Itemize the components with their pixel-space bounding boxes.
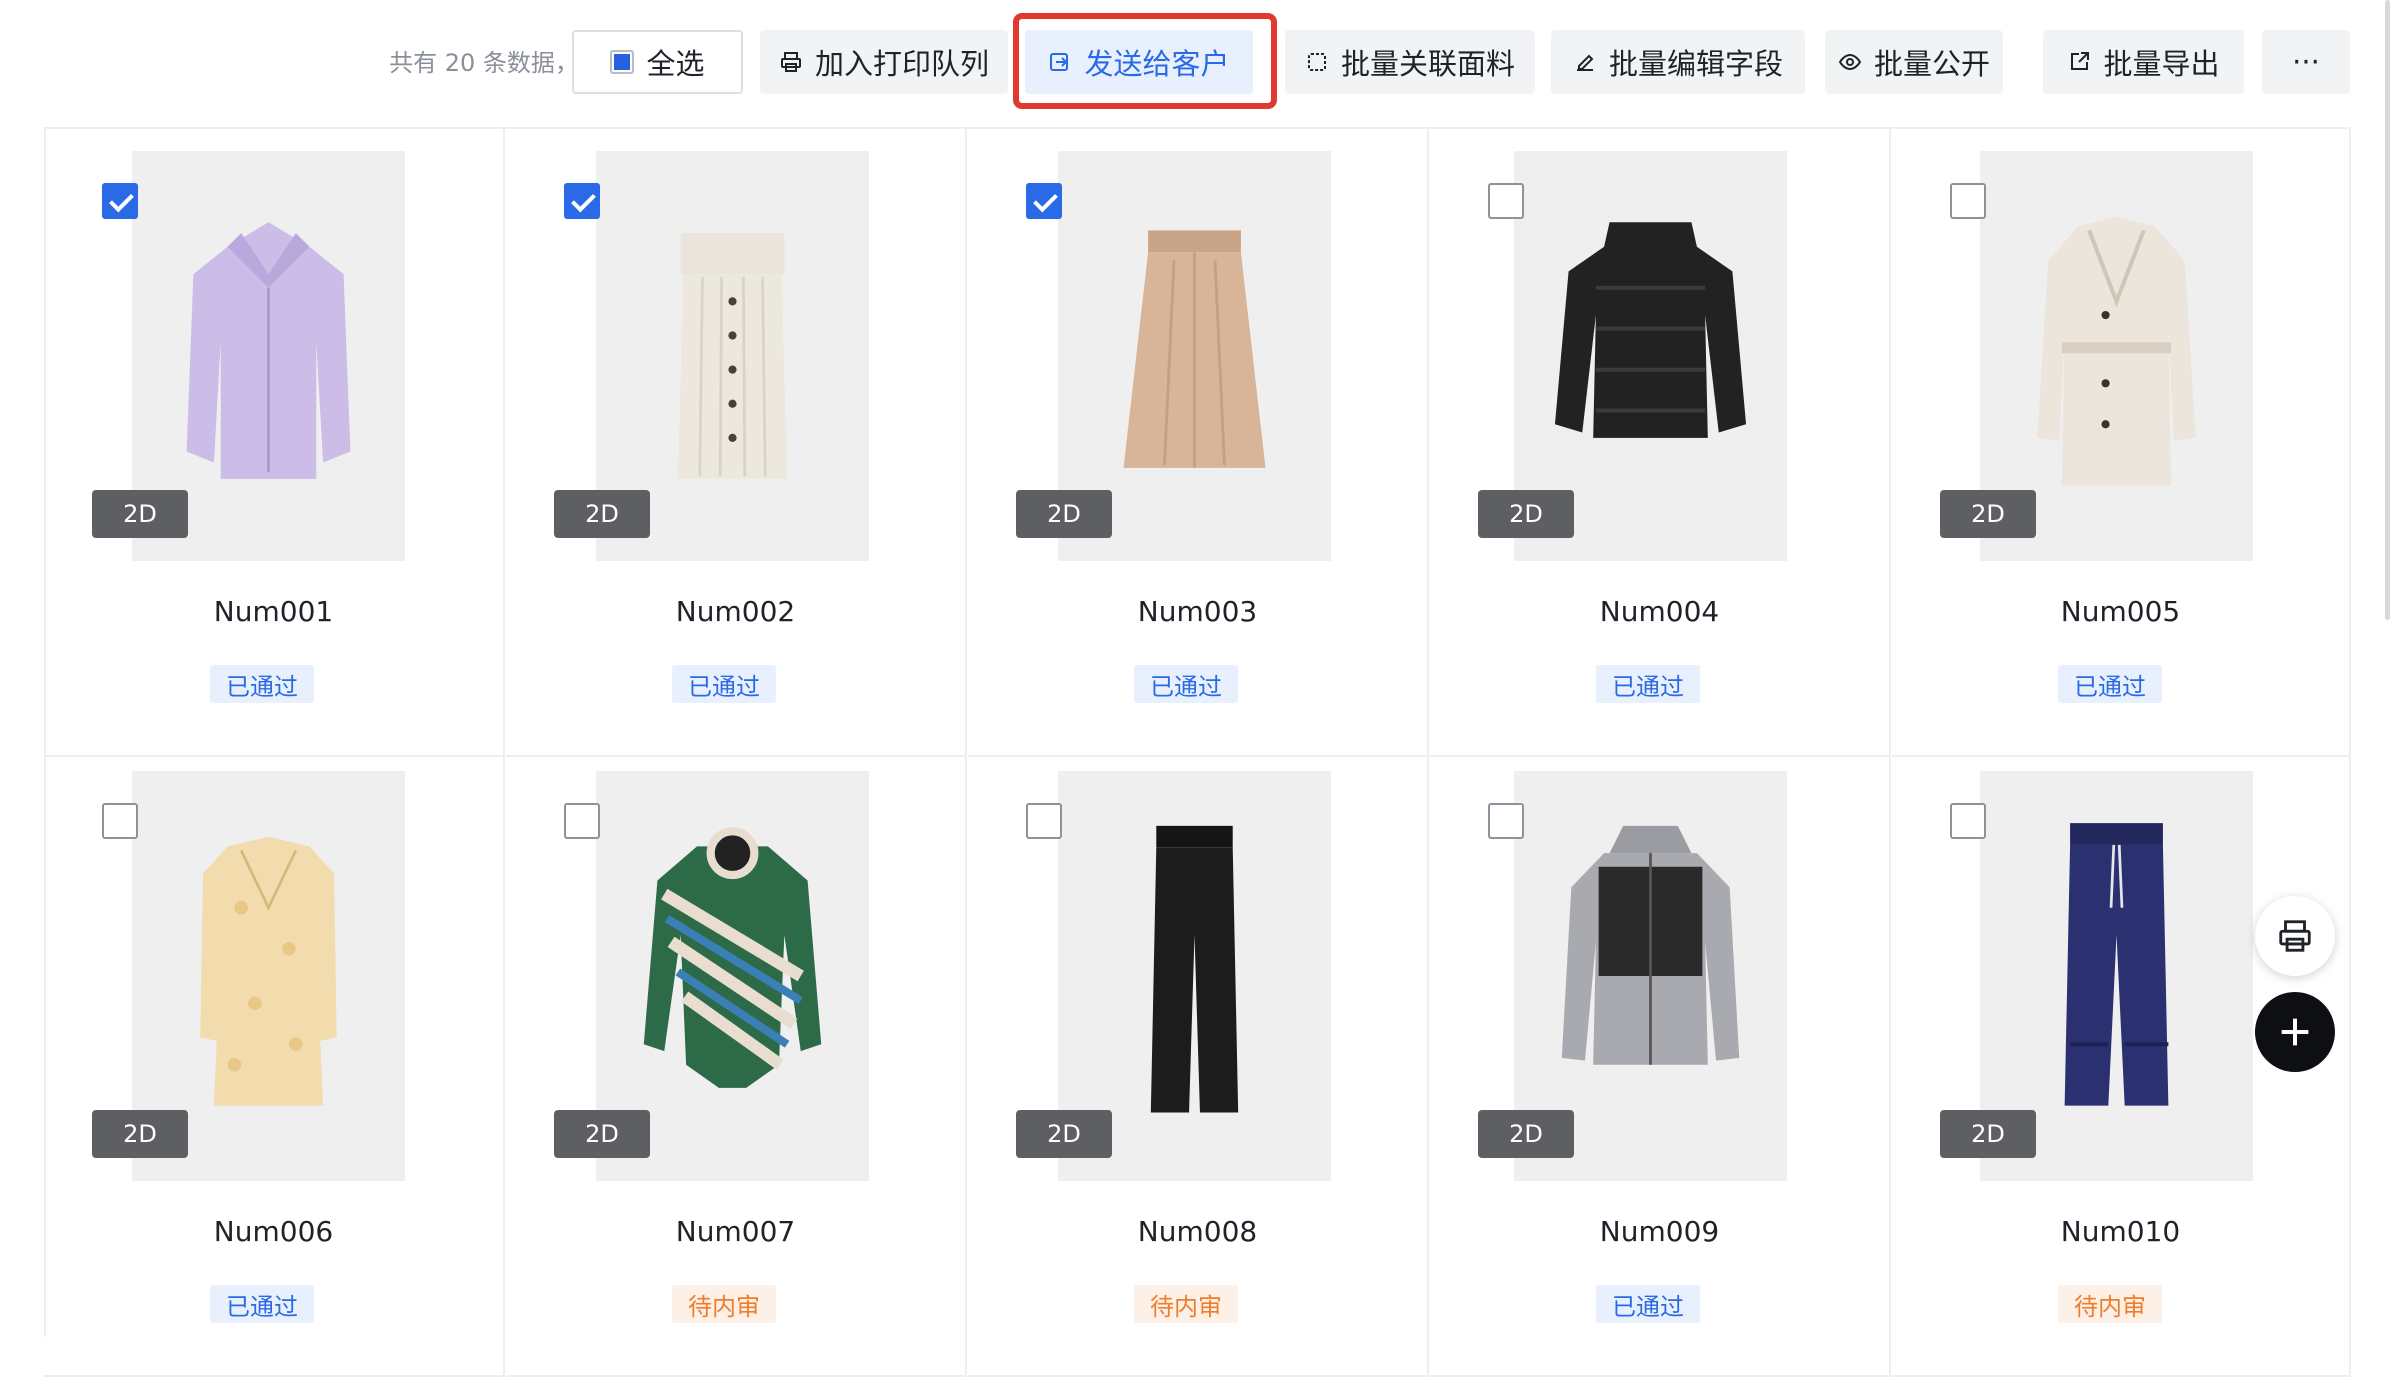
- status-badge: 已通过: [1134, 665, 1238, 703]
- batch-export-button[interactable]: 批量导出: [2043, 30, 2244, 94]
- printer-icon: [779, 50, 803, 74]
- product-card[interactable]: 2D Num007 待内审: [506, 747, 967, 1377]
- edit-icon: [1573, 50, 1597, 74]
- add-fab-button[interactable]: [2255, 992, 2335, 1072]
- status-badge: 已通过: [2058, 665, 2162, 703]
- badge-2d: 2D: [1478, 490, 1574, 538]
- badge-2d: 2D: [1940, 1110, 2036, 1158]
- item-checkbox[interactable]: [1488, 183, 1524, 219]
- batch-link-fabric-label: 批量关联面料: [1340, 47, 1515, 81]
- status-badge: 已通过: [210, 1285, 314, 1323]
- product-grid: 2D Num001 已通过 2D Num002 已通过 2D Num003 已通过 2D Num00…: [44, 127, 2351, 1377]
- status-badge: 待内审: [2058, 1285, 2162, 1323]
- more-icon: ···: [2292, 45, 2320, 79]
- product-card[interactable]: 2D Num005 已通过: [1892, 127, 2351, 757]
- item-checkbox[interactable]: [1026, 183, 1062, 219]
- send-icon: [1048, 50, 1072, 74]
- export-icon: [2067, 50, 2091, 74]
- status-badge: 已通过: [672, 665, 776, 703]
- send-to-client-label: 发送给客户: [1084, 47, 1230, 81]
- scrollbar[interactable]: [2385, 0, 2390, 620]
- product-card[interactable]: 2D Num004 已通过: [1430, 127, 1891, 757]
- item-checkbox[interactable]: [102, 183, 138, 219]
- partial-checkbox-icon: [610, 50, 635, 74]
- item-name: Num009: [1599, 1215, 1720, 1248]
- batch-export-label: 批量导出: [2103, 47, 2220, 81]
- item-name: Num010: [2060, 1215, 2181, 1248]
- print-fab-button[interactable]: [2255, 896, 2335, 976]
- product-card[interactable]: 2D Num002 已通过: [506, 127, 967, 757]
- plus-icon: [2281, 1018, 2309, 1046]
- badge-2d: 2D: [1478, 1110, 1574, 1158]
- batch-publish-button[interactable]: 批量公开: [1825, 30, 2003, 94]
- badge-2d: 2D: [92, 490, 188, 538]
- batch-toolbar: 共有 20 条数据，已选3条 ✕ 全选 加入打印队列 发送给客户 批量关联面料 …: [0, 0, 2390, 120]
- item-name: Num003: [1137, 595, 1258, 628]
- item-checkbox[interactable]: [1950, 803, 1986, 839]
- item-name: Num007: [675, 1215, 796, 1248]
- batch-edit-fields-button[interactable]: 批量编辑字段: [1551, 30, 1805, 94]
- printer-icon: [2279, 920, 2311, 952]
- select-all-label: 全选: [646, 47, 705, 81]
- item-name: Num001: [213, 595, 334, 628]
- add-to-print-queue-button[interactable]: 加入打印队列: [760, 30, 1008, 94]
- item-name: Num005: [2060, 595, 2181, 628]
- eye-icon: [1838, 50, 1862, 74]
- item-checkbox[interactable]: [102, 803, 138, 839]
- item-checkbox[interactable]: [564, 183, 600, 219]
- more-actions-button[interactable]: ···: [2262, 30, 2350, 94]
- item-name: Num006: [213, 1215, 334, 1248]
- status-badge: 已通过: [210, 665, 314, 703]
- batch-publish-label: 批量公开: [1873, 47, 1990, 81]
- item-checkbox[interactable]: [564, 803, 600, 839]
- badge-2d: 2D: [1016, 490, 1112, 538]
- badge-2d: 2D: [1940, 490, 2036, 538]
- batch-link-fabric-button[interactable]: 批量关联面料: [1285, 30, 1535, 94]
- item-name: Num004: [1599, 595, 1720, 628]
- status-badge: 待内审: [1134, 1285, 1238, 1323]
- product-card[interactable]: 2D Num001 已通过: [44, 127, 505, 757]
- product-card[interactable]: 2D Num006 已通过: [44, 747, 505, 1377]
- status-badge: 已通过: [1596, 665, 1700, 703]
- product-card[interactable]: 2D Num009 已通过: [1430, 747, 1891, 1377]
- badge-2d: 2D: [554, 1110, 650, 1158]
- item-name: Num002: [675, 595, 796, 628]
- status-badge: 已通过: [1596, 1285, 1700, 1323]
- product-card[interactable]: 2D Num008 待内审: [968, 747, 1429, 1377]
- item-checkbox[interactable]: [1950, 183, 1986, 219]
- item-name: Num008: [1137, 1215, 1258, 1248]
- status-badge: 待内审: [672, 1285, 776, 1323]
- item-checkbox[interactable]: [1026, 803, 1062, 839]
- select-all-button[interactable]: 全选: [572, 30, 743, 94]
- product-card[interactable]: 2D Num003 已通过: [968, 127, 1429, 757]
- item-checkbox[interactable]: [1488, 803, 1524, 839]
- badge-2d: 2D: [1016, 1110, 1112, 1158]
- add-to-print-queue-label: 加入打印队列: [814, 47, 989, 81]
- dashed-square-icon: [1305, 50, 1329, 74]
- badge-2d: 2D: [554, 490, 650, 538]
- send-to-client-button[interactable]: 发送给客户: [1025, 30, 1253, 94]
- badge-2d: 2D: [92, 1110, 188, 1158]
- batch-edit-fields-label: 批量编辑字段: [1608, 47, 1783, 81]
